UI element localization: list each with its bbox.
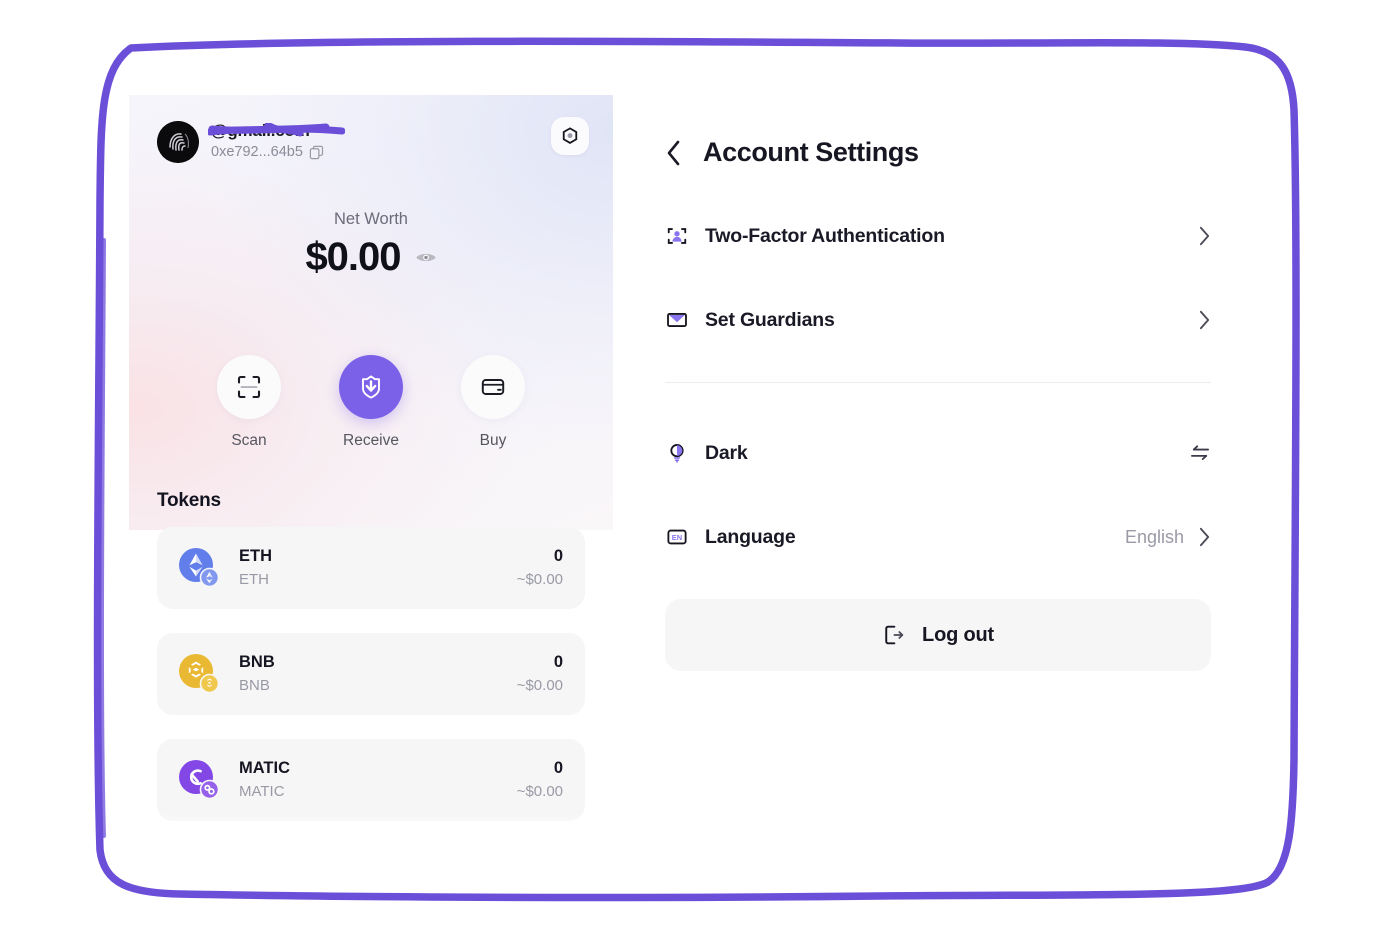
lightbulb-theme-icon	[665, 441, 689, 465]
token-symbol: BNB	[239, 653, 275, 671]
avatar[interactable]	[157, 121, 199, 163]
settings-row-label: Language	[705, 525, 796, 548]
hex-nut-settings-icon	[562, 127, 578, 144]
token-names: ETH ETH	[239, 546, 517, 590]
logout-label: Log out	[922, 623, 994, 646]
account-address-row[interactable]: 0xe792...64b5	[211, 144, 324, 160]
settings-row-set-guardians[interactable]: Set Guardians	[665, 298, 1211, 342]
wallet-panel: @gmail.com 0xe792...64b5 Net Worth $0.00…	[129, 95, 613, 855]
app-card: @gmail.com 0xe792...64b5 Net Worth $0.00…	[129, 95, 1269, 855]
token-names: MATIC MATIC	[239, 758, 517, 802]
token-row[interactable]: ETH ETH 0 ~$0.00	[157, 527, 585, 609]
svg-text:EN: EN	[672, 533, 682, 542]
two-factor-person-icon	[665, 224, 689, 248]
credit-card-icon	[481, 379, 505, 395]
token-network: ETH	[239, 571, 269, 588]
token-symbol: ETH	[239, 547, 272, 565]
swap-arrows-icon[interactable]	[1189, 444, 1211, 462]
chevron-right-icon[interactable]	[1198, 526, 1211, 548]
scan-frame-icon	[237, 375, 261, 399]
settings-row-label: Two-Factor Authentication	[705, 224, 945, 247]
back-button[interactable]	[665, 139, 683, 167]
action-buy-circle[interactable]	[461, 355, 525, 419]
token-fiat-value: ~$0.00	[516, 571, 563, 588]
token-network: MATIC	[239, 783, 285, 800]
account-settings-panel: Account Settings Two-Factor Authenticati…	[613, 95, 1269, 855]
action-receive-label: Receive	[343, 432, 399, 449]
net-worth-value: $0.00	[305, 235, 401, 279]
eye-icon[interactable]	[415, 250, 437, 265]
action-receive[interactable]: Receive	[338, 355, 404, 450]
chevron-right-icon[interactable]	[1198, 309, 1211, 331]
account-email-wrapper: @gmail.com	[208, 119, 345, 142]
token-balance: 0	[553, 759, 563, 777]
net-worth-row: $0.00	[129, 235, 613, 280]
settings-header: Account Settings	[665, 137, 1211, 168]
token-amounts: 0 ~$0.00	[517, 546, 563, 590]
settings-row-language[interactable]: EN Language English	[665, 515, 1211, 559]
token-row[interactable]: BNB BNB 0 ~$0.00	[157, 633, 585, 715]
logout-button[interactable]: Log out	[665, 599, 1211, 671]
token-row[interactable]: MATIC MATIC 0 ~$0.00	[157, 739, 585, 821]
eth-token-icon	[179, 548, 220, 588]
account-identity: @gmail.com 0xe792...64b5	[208, 119, 345, 160]
shield-download-icon	[362, 375, 380, 399]
token-network: BNB	[239, 677, 270, 694]
action-scan-circle[interactable]	[217, 355, 281, 419]
tokens-section-title: Tokens	[157, 490, 221, 511]
token-fiat-value: ~$0.00	[516, 783, 563, 800]
wallet-settings-button[interactable]	[551, 117, 589, 155]
action-receive-circle[interactable]	[339, 355, 403, 419]
net-worth-label: Net Worth	[334, 210, 408, 228]
envelope-guardians-icon	[665, 308, 689, 332]
account-email: @gmail.com	[211, 121, 310, 140]
logout-exit-icon	[885, 625, 904, 645]
action-buy-label: Buy	[479, 432, 507, 449]
action-scan-label: Scan	[231, 432, 267, 449]
chevron-left-icon	[667, 140, 680, 165]
settings-row-theme[interactable]: Dark	[665, 431, 1211, 475]
settings-row-label: Dark	[705, 441, 748, 464]
chevron-right-icon[interactable]	[1198, 225, 1211, 247]
matic-token-icon	[179, 760, 220, 800]
language-value: English	[1124, 526, 1184, 547]
wallet-actions: Scan Receive Buy	[129, 355, 613, 450]
copy-icon[interactable]	[309, 145, 324, 160]
settings-row-two-factor[interactable]: Two-Factor Authentication	[665, 214, 1211, 258]
action-buy[interactable]: Buy	[460, 355, 526, 450]
token-symbol: MATIC	[239, 759, 291, 777]
settings-row-label: Set Guardians	[705, 308, 835, 331]
token-list: ETH ETH 0 ~$0.00 BNB BNB 0 ~$0.00 MATIC …	[157, 527, 585, 845]
token-amounts: 0 ~$0.00	[517, 758, 563, 802]
token-balance: 0	[553, 653, 563, 671]
en-language-icon: EN	[665, 525, 689, 549]
token-fiat-value: ~$0.00	[516, 677, 563, 694]
token-amounts: 0 ~$0.00	[517, 652, 563, 696]
fingerprint-avatar-icon	[157, 121, 199, 163]
page-title: Account Settings	[703, 137, 919, 167]
action-scan[interactable]: Scan	[216, 355, 282, 450]
settings-divider	[665, 382, 1211, 383]
token-names: BNB BNB	[239, 652, 517, 696]
bnb-token-icon	[179, 654, 220, 694]
account-row[interactable]: @gmail.com 0xe792...64b5	[157, 119, 585, 175]
token-balance: 0	[553, 547, 563, 565]
screenshot-root: @gmail.com 0xe792...64b5 Net Worth $0.00…	[0, 0, 1398, 952]
account-address: 0xe792...64b5	[211, 144, 303, 160]
